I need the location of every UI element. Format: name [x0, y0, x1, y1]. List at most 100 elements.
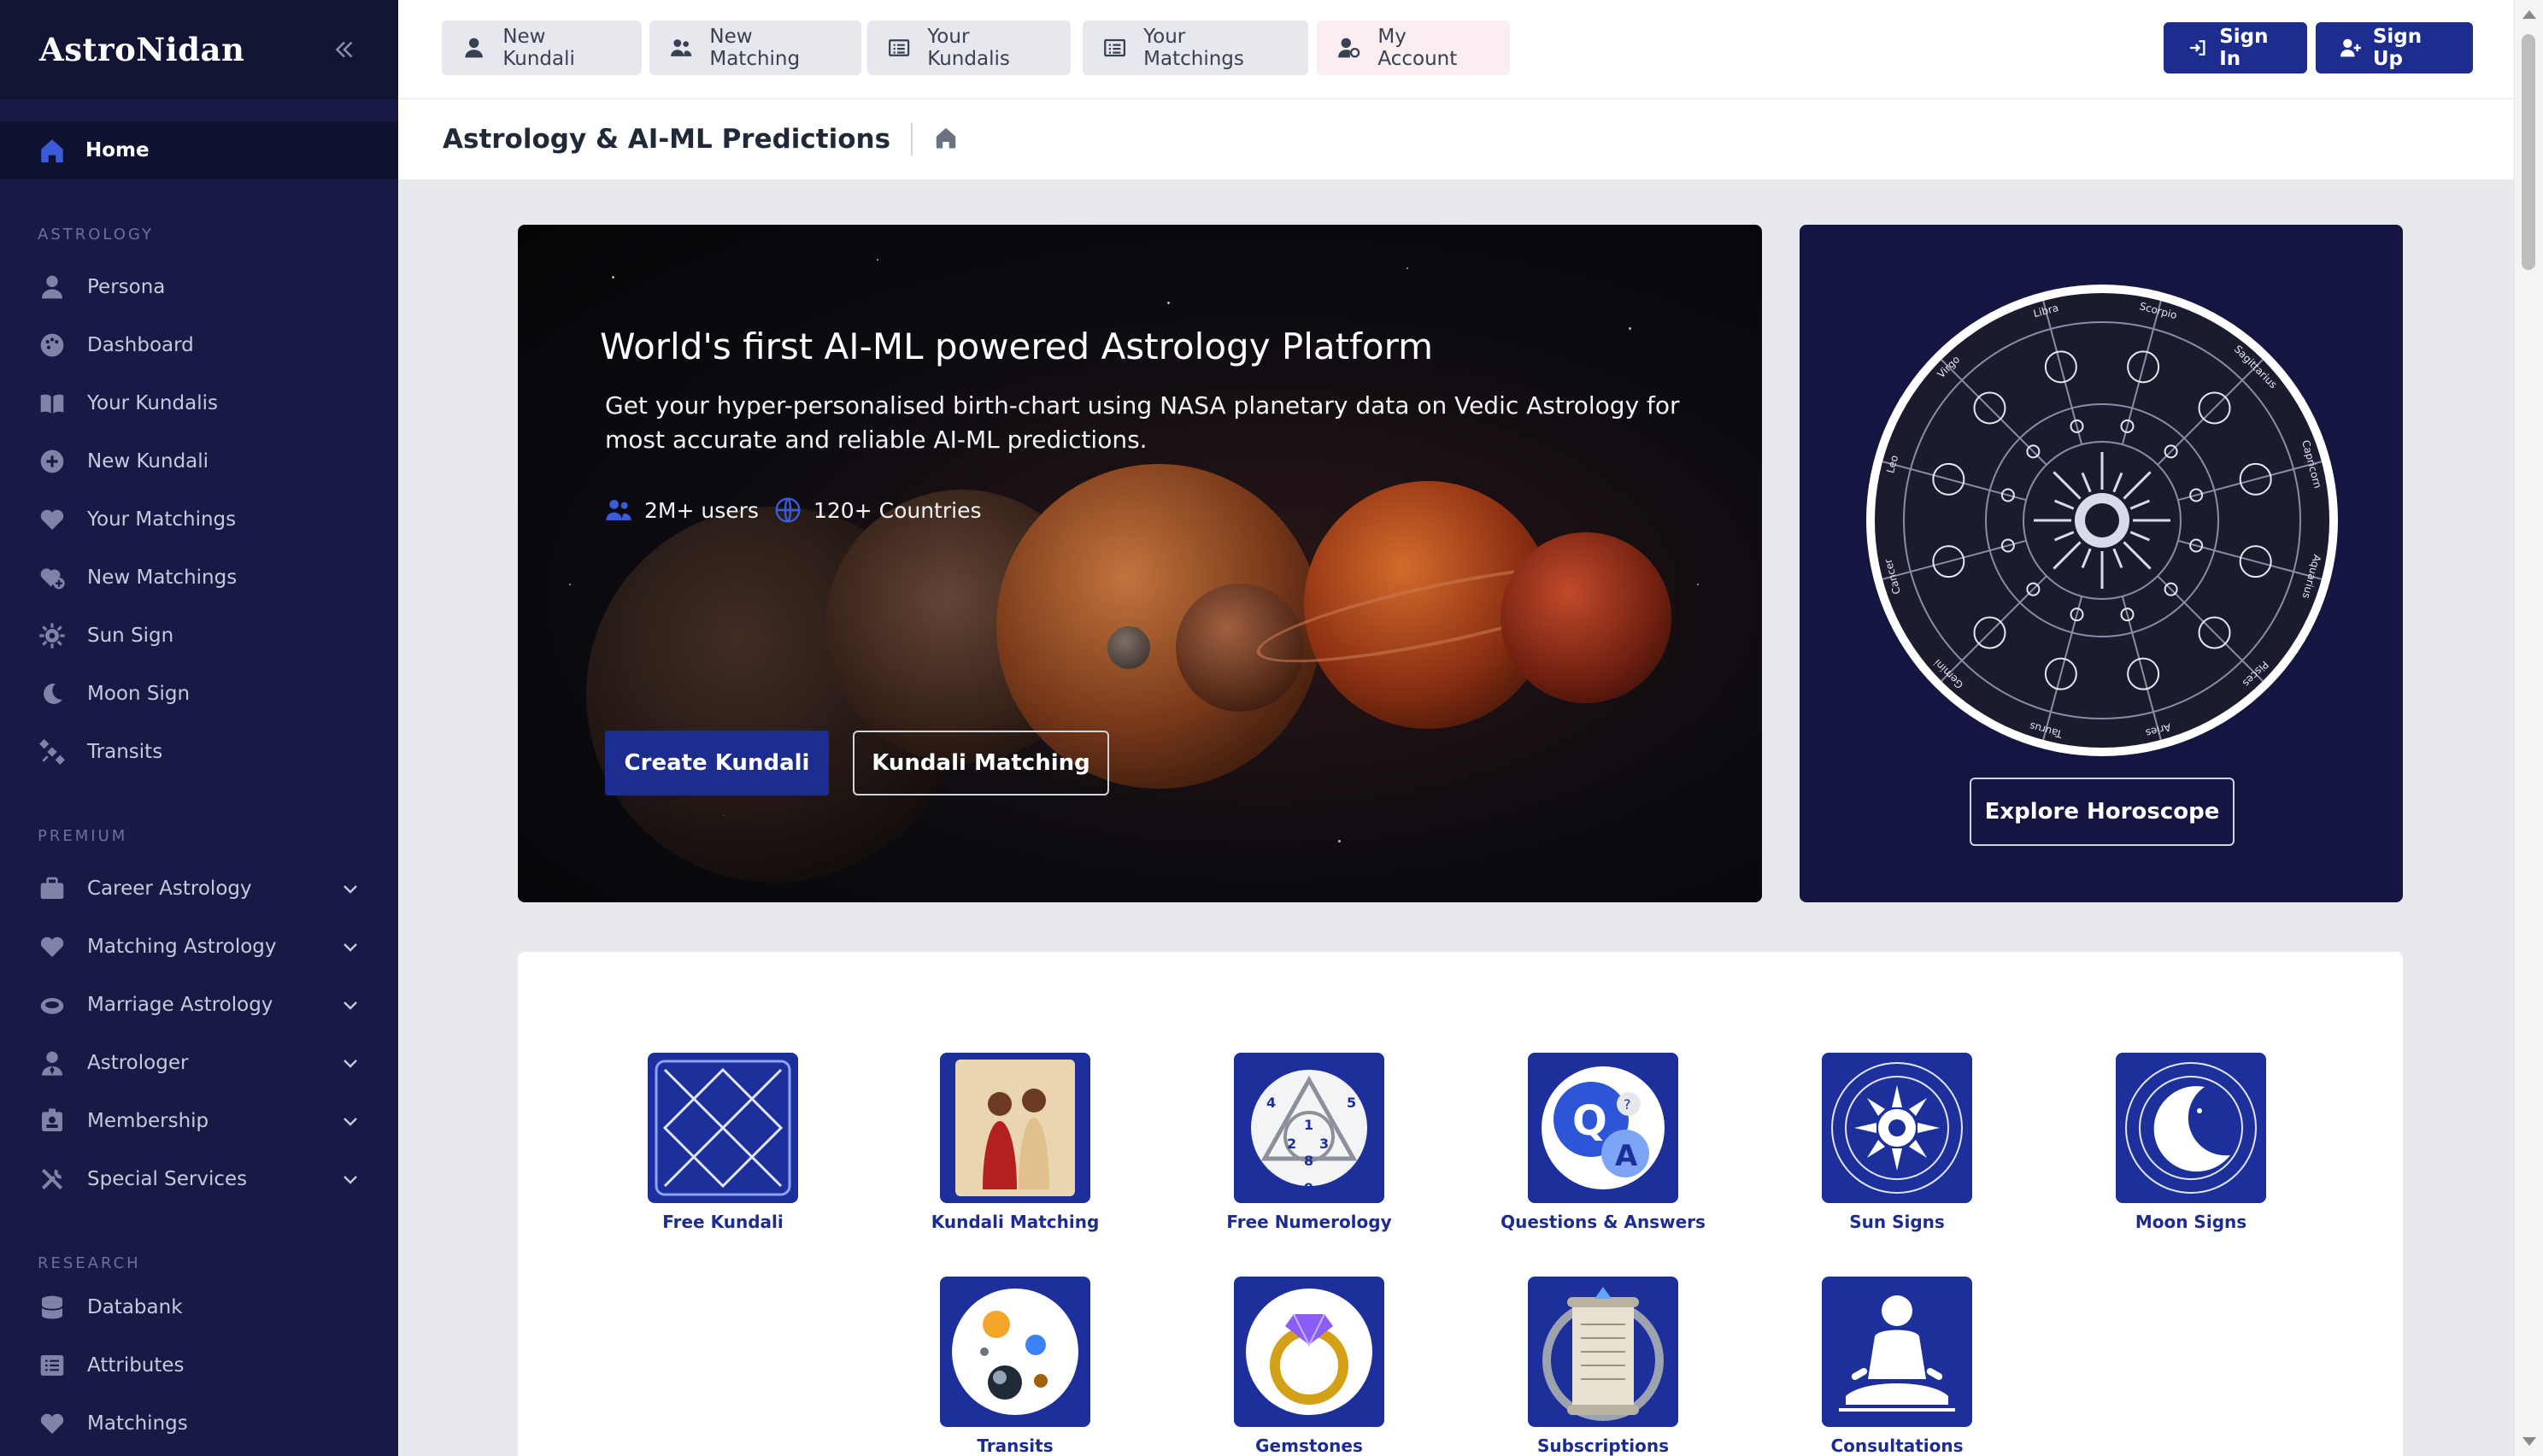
- sidebar-item-label: New Kundali: [87, 450, 209, 473]
- sidebar-item-new-matchings[interactable]: New Matchings: [0, 552, 398, 603]
- planet-image: [1501, 532, 1671, 703]
- page-scrollbar[interactable]: [2514, 0, 2543, 1456]
- collapse-sidebar-icon[interactable]: [330, 35, 359, 64]
- sidebar-item-matching-astrology[interactable]: Matching Astrology: [0, 921, 398, 972]
- user-plus-icon: [2340, 38, 2361, 57]
- sidebar-item-marriage-astrology[interactable]: Marriage Astrology: [0, 979, 398, 1030]
- star-decoration: [569, 584, 571, 585]
- your-kundalis-label: Your Kundalis: [927, 26, 1010, 70]
- sidebar-item-label: Transits: [87, 741, 163, 763]
- your-matchings-button[interactable]: Your Matchings: [1083, 21, 1308, 75]
- chevron-down-icon[interactable]: [340, 1169, 361, 1189]
- sidebar-item-moon-sign[interactable]: Moon Sign: [0, 668, 398, 719]
- palette-icon: [38, 331, 67, 360]
- sidebar-item-sun-sign[interactable]: Sun Sign: [0, 610, 398, 661]
- scrollbar-thumb[interactable]: [2522, 34, 2535, 270]
- new-kundali-label: New Kundali: [502, 26, 575, 70]
- create-kundali-button[interactable]: Create Kundali: [605, 731, 829, 796]
- chevron-down-icon[interactable]: [340, 1111, 361, 1131]
- service-sun-signs[interactable]: Sun Signs: [1769, 1053, 2025, 1232]
- service-free-kundali[interactable]: Free Kundali: [595, 1053, 851, 1232]
- sidebar-item-home[interactable]: Home: [0, 121, 398, 179]
- sidebar-item-label: Moon Sign: [87, 683, 191, 705]
- sidebar-item-label: Astrologer: [87, 1052, 189, 1074]
- star-decoration: [877, 259, 878, 261]
- heart-icon: [38, 1409, 67, 1438]
- service-transits[interactable]: Transits: [887, 1277, 1143, 1456]
- service-questions-answers[interactable]: Q A? Questions & Answers: [1475, 1053, 1731, 1232]
- list-icon: [1104, 38, 1126, 57]
- sidebar-item-label: Marriage Astrology: [87, 994, 273, 1016]
- sidebar-item-new-kundali[interactable]: New Kundali: [0, 436, 398, 487]
- service-label: Moon Signs: [2135, 1212, 2247, 1232]
- sidebar-item-label: Sun Sign: [87, 625, 174, 647]
- sidebar-item-label: New Matchings: [87, 567, 238, 589]
- user-icon: [38, 273, 67, 302]
- gem-ring-icon: [1234, 1277, 1384, 1427]
- page-title: Astrology & AI-ML Predictions: [443, 124, 891, 155]
- kundali-matching-button[interactable]: Kundali Matching: [853, 731, 1109, 796]
- sidebar-item-attributes[interactable]: Attributes: [0, 1340, 398, 1391]
- service-gemstones[interactable]: Gemstones: [1181, 1277, 1437, 1456]
- sidebar-item-your-kundalis[interactable]: Your Kundalis: [0, 378, 398, 429]
- sign-up-button[interactable]: Sign Up: [2316, 22, 2473, 73]
- sidebar-item-career-astrology[interactable]: Career Astrology: [0, 863, 398, 914]
- service-consultations[interactable]: Consultations: [1769, 1277, 2025, 1456]
- database-icon: [38, 1293, 67, 1322]
- id-badge-icon: [38, 1107, 67, 1136]
- app-logo[interactable]: AstroNidan: [39, 31, 244, 68]
- svg-text:1: 1: [1304, 1117, 1313, 1133]
- explore-horoscope-button[interactable]: Explore Horoscope: [1970, 778, 2235, 846]
- sign-in-icon: [2189, 40, 2205, 56]
- scroll-down-arrow[interactable]: [2522, 1437, 2536, 1446]
- chevron-down-icon[interactable]: [340, 995, 361, 1015]
- service-label: Free Numerology: [1226, 1212, 1392, 1232]
- sidebar-item-databank[interactable]: Databank: [0, 1282, 398, 1333]
- sidebar-item-dashboard[interactable]: Dashboard: [0, 320, 398, 371]
- hero-title: World's first AI-ML powered Astrology Pl…: [600, 326, 1434, 367]
- heart-plus-icon: [38, 563, 67, 592]
- svg-text:9: 9: [1304, 1180, 1313, 1196]
- globe-icon: [775, 497, 801, 523]
- new-kundali-button[interactable]: New Kundali: [442, 21, 642, 75]
- services-panel: Free Kundali Kundali Matching 4 5 12 38 9 Fr…: [518, 952, 2403, 1456]
- your-kundalis-button[interactable]: Your Kundalis: [867, 21, 1071, 75]
- user-gear-icon: [1338, 38, 1360, 58]
- service-free-numerology[interactable]: 4 5 12 38 9 Free Numerology: [1181, 1053, 1437, 1232]
- chevron-down-icon[interactable]: [340, 1053, 361, 1073]
- sidebar-item-label: Databank: [87, 1296, 183, 1318]
- service-moon-signs[interactable]: Moon Signs: [2063, 1053, 2319, 1232]
- sidebar-item-label: Dashboard: [87, 334, 194, 356]
- scroll-up-arrow[interactable]: [2522, 10, 2536, 19]
- svg-text:3: 3: [1319, 1136, 1329, 1152]
- sidebar-item-matchings[interactable]: Matchings: [0, 1398, 398, 1449]
- service-label: Consultations: [1830, 1435, 1964, 1456]
- ring-icon: [38, 990, 67, 1019]
- chevron-down-icon[interactable]: [340, 936, 361, 957]
- star-decoration: [1629, 327, 1631, 330]
- my-account-button[interactable]: My Account: [1317, 21, 1510, 75]
- your-matchings-label: Your Matchings: [1143, 26, 1244, 70]
- heart-icon: [38, 932, 67, 961]
- sidebar: AstroNidan Home ASTROLOGY Persona Dashbo…: [0, 0, 398, 1456]
- service-kundali-matching[interactable]: Kundali Matching: [887, 1053, 1143, 1232]
- new-matching-button[interactable]: New Matching: [649, 21, 861, 75]
- chevron-down-icon[interactable]: [340, 878, 361, 899]
- wedding-couple-icon: [940, 1053, 1090, 1203]
- sidebar-item-astrologer[interactable]: Astrologer: [0, 1037, 398, 1089]
- service-subscriptions[interactable]: Subscriptions: [1475, 1277, 1731, 1456]
- service-label: Subscriptions: [1536, 1435, 1670, 1456]
- sidebar-item-label: Special Services: [87, 1168, 248, 1190]
- breadcrumb-home-icon[interactable]: [933, 125, 959, 154]
- star-decoration: [1338, 840, 1341, 842]
- sign-up-label: Sign Up: [2372, 26, 2423, 70]
- sidebar-item-persona[interactable]: Persona: [0, 261, 398, 313]
- hero-subtitle: Get your hyper-personalised birth-chart …: [605, 391, 1680, 454]
- list-icon: [38, 1351, 67, 1380]
- sidebar-item-special-services[interactable]: Special Services: [0, 1154, 398, 1205]
- sidebar-item-membership[interactable]: Membership: [0, 1095, 398, 1147]
- sidebar-item-your-matchings[interactable]: Your Matchings: [0, 494, 398, 545]
- sign-in-button[interactable]: Sign In: [2164, 22, 2307, 73]
- sidebar-item-transits[interactable]: Transits: [0, 726, 398, 778]
- meditation-icon: [1822, 1277, 1972, 1427]
